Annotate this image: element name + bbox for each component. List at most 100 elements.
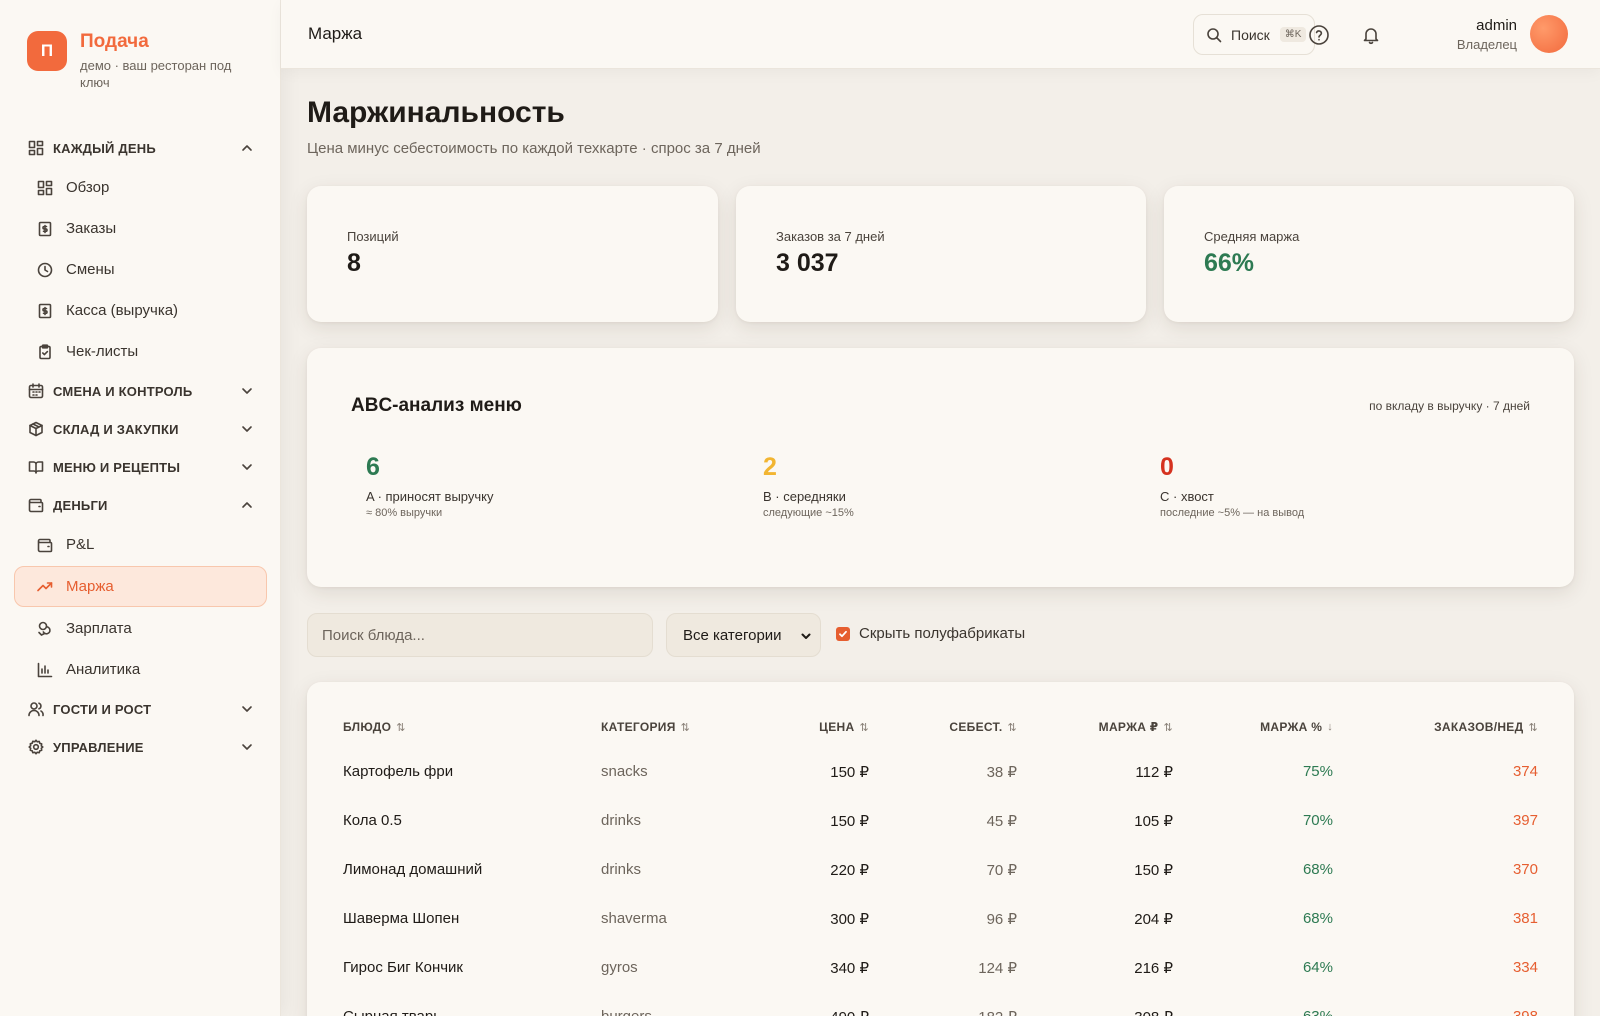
stat-card-avg-margin: Средняя маржа 66% <box>1164 186 1574 322</box>
nav-group-management[interactable]: УПРАВЛЕНИЕ <box>14 728 267 766</box>
nav-group-shift-control[interactable]: СМЕНА И КОНТРОЛЬ <box>14 372 267 410</box>
chevron-up-icon <box>242 145 252 151</box>
clock-icon <box>36 261 53 278</box>
abc-count: 0 <box>1160 453 1174 481</box>
cell-cost: 38 ₽ <box>986 764 1017 781</box>
sidebar-item-analytics[interactable]: Аналитика <box>14 649 267 690</box>
page-subtitle: Цена минус себестоимость по каждой техка… <box>307 140 761 157</box>
bell-icon[interactable] <box>1360 24 1382 46</box>
cell-orders: 381 <box>1512 910 1538 927</box>
stat-card-positions: Позиций 8 <box>307 186 718 322</box>
cell-orders: 374 <box>1512 763 1538 780</box>
cell-margin-pct: 75% <box>1302 763 1333 780</box>
column-header-orders[interactable]: ЗАКАЗОВ/НЕД ⇅ <box>1434 720 1538 734</box>
column-header-dish[interactable]: БЛЮДО ⇅ <box>343 720 406 734</box>
cell-price: 340 ₽ <box>830 960 869 977</box>
nav-group-menu-recipes[interactable]: МЕНЮ И РЕЦЕПТЫ <box>14 448 267 486</box>
sort-icon: ⇅ <box>1007 721 1017 734</box>
nav-group-label: КАЖДЫЙ ДЕНЬ <box>53 140 156 156</box>
column-header-margin-rub[interactable]: МАРЖА ₽ ⇅ <box>1099 720 1173 734</box>
cell-orders: 370 <box>1512 861 1538 878</box>
top-header: Маржа Поиск ⌘K admin Владелец <box>281 0 1600 69</box>
chevron-down-icon <box>242 426 252 432</box>
grid-icon <box>28 140 44 156</box>
sidebar-item-label: Аналитика <box>66 661 141 678</box>
sidebar-item-label: P&L <box>66 536 95 553</box>
dish-search-input[interactable] <box>307 613 653 657</box>
bar-chart-icon <box>36 661 53 678</box>
brand-logo: П <box>27 31 67 71</box>
sidebar-item-salary[interactable]: Зарплата <box>14 608 267 649</box>
sidebar-item-overview[interactable]: Обзор <box>14 167 267 208</box>
sort-icon: ↓ <box>1327 721 1333 733</box>
sidebar-item-cash[interactable]: Касса (выручка) <box>14 290 267 331</box>
wallet-icon <box>28 497 44 513</box>
sidebar: П Подача демо · ваш ресторан под ключ КА… <box>0 0 281 1016</box>
cell-price: 150 ₽ <box>830 813 869 830</box>
chevron-up-icon <box>242 502 252 508</box>
chevron-down-icon <box>242 464 252 470</box>
cell-margin: 308 ₽ <box>1134 1008 1173 1016</box>
column-label: ЦЕНА <box>819 720 855 734</box>
cell-price: 220 ₽ <box>830 862 869 879</box>
column-label: СЕБЕСТ. <box>949 720 1003 734</box>
nav-group-money[interactable]: ДЕНЬГИ <box>14 486 267 524</box>
sidebar-item-label: Маржа <box>66 578 114 595</box>
sidebar-item-orders[interactable]: Заказы <box>14 208 267 249</box>
column-header-margin-pct[interactable]: МАРЖА % ↓ <box>1260 720 1333 734</box>
cell-margin-pct: 68% <box>1302 861 1333 878</box>
avatar[interactable] <box>1530 15 1568 53</box>
stat-label: Позиций <box>347 229 399 244</box>
search-icon <box>1207 27 1222 42</box>
cell-dish: Гирос Биг Кончик <box>343 959 463 976</box>
sidebar-item-margin[interactable]: Маржа <box>14 566 267 607</box>
abc-count: 6 <box>366 453 380 481</box>
wallet-icon <box>36 536 53 553</box>
column-header-price[interactable]: ЦЕНА ⇅ <box>819 720 869 734</box>
hide-semi-toggle[interactable]: Скрыть полуфабрикаты <box>836 625 1025 642</box>
sidebar-item-shifts[interactable]: Смены <box>14 249 267 290</box>
stat-value: 66% <box>1204 249 1255 277</box>
cell-cost: 124 ₽ <box>978 960 1017 977</box>
brand-name: Подача <box>80 31 149 52</box>
sort-icon: ⇅ <box>680 721 691 734</box>
cell-margin: 105 ₽ <box>1134 813 1173 830</box>
stat-card-orders: Заказов за 7 дней 3 037 <box>736 186 1146 322</box>
help-icon[interactable] <box>1308 24 1330 46</box>
margin-table: БЛЮДО ⇅ КАТЕГОРИЯ ⇅ ЦЕНА ⇅ СЕБЕСТ. ⇅ МАРЖА ₽… <box>307 682 1574 1016</box>
abc-group-b: 2 B · середняки следующие ~15% <box>763 453 1093 519</box>
cell-cost: 182 ₽ <box>978 1008 1017 1016</box>
chevron-down-icon <box>801 633 811 639</box>
sidebar-item-label: Обзор <box>66 179 110 196</box>
stat-value: 8 <box>347 249 361 277</box>
cell-cost: 70 ₽ <box>986 862 1017 879</box>
stat-label: Заказов за 7 дней <box>776 229 885 244</box>
chevron-down-icon <box>242 706 252 712</box>
sort-icon: ⇅ <box>396 721 406 734</box>
brand[interactable]: П Подача демо · ваш ресторан под ключ <box>27 31 250 91</box>
sidebar-item-pnl[interactable]: P&L <box>14 524 267 565</box>
cell-margin-pct: 63% <box>1303 1008 1333 1016</box>
nav-group-daily[interactable]: КАЖДЫЙ ДЕНЬ <box>14 129 267 167</box>
cell-price: 150 ₽ <box>830 764 869 781</box>
nav-group-guests-growth[interactable]: ГОСТИ И РОСТ <box>14 690 267 728</box>
category-select-value: Все категории <box>683 626 782 644</box>
column-header-category[interactable]: КАТЕГОРИЯ ⇅ <box>601 720 690 734</box>
category-select[interactable]: Все категории <box>666 613 821 657</box>
nav-group-warehouse[interactable]: СКЛАД И ЗАКУПКИ <box>14 410 267 448</box>
hide-semi-checkbox[interactable] <box>836 626 850 641</box>
abc-count: 2 <box>763 453 777 481</box>
column-label: МАРЖА ₽ <box>1098 720 1159 734</box>
header-title: Маржа <box>308 24 363 43</box>
abc-hint: ≈ 80% выручки <box>366 507 443 519</box>
cell-category: drinks <box>601 861 642 878</box>
global-search-button[interactable]: Поиск ⌘K <box>1193 14 1315 55</box>
abc-title: ABC-анализ меню <box>351 395 522 416</box>
grid-icon <box>36 179 53 196</box>
sidebar-item-checklists[interactable]: Чек-листы <box>14 331 267 372</box>
nav-group-label: СМЕНА И КОНТРОЛЬ <box>53 383 193 399</box>
column-header-cost[interactable]: СЕБЕСТ. ⇅ <box>949 720 1017 734</box>
cell-cost: 45 ₽ <box>986 813 1017 830</box>
nav-group-label: МЕНЮ И РЕЦЕПТЫ <box>53 459 181 475</box>
column-label: КАТЕГОРИЯ <box>601 720 676 734</box>
